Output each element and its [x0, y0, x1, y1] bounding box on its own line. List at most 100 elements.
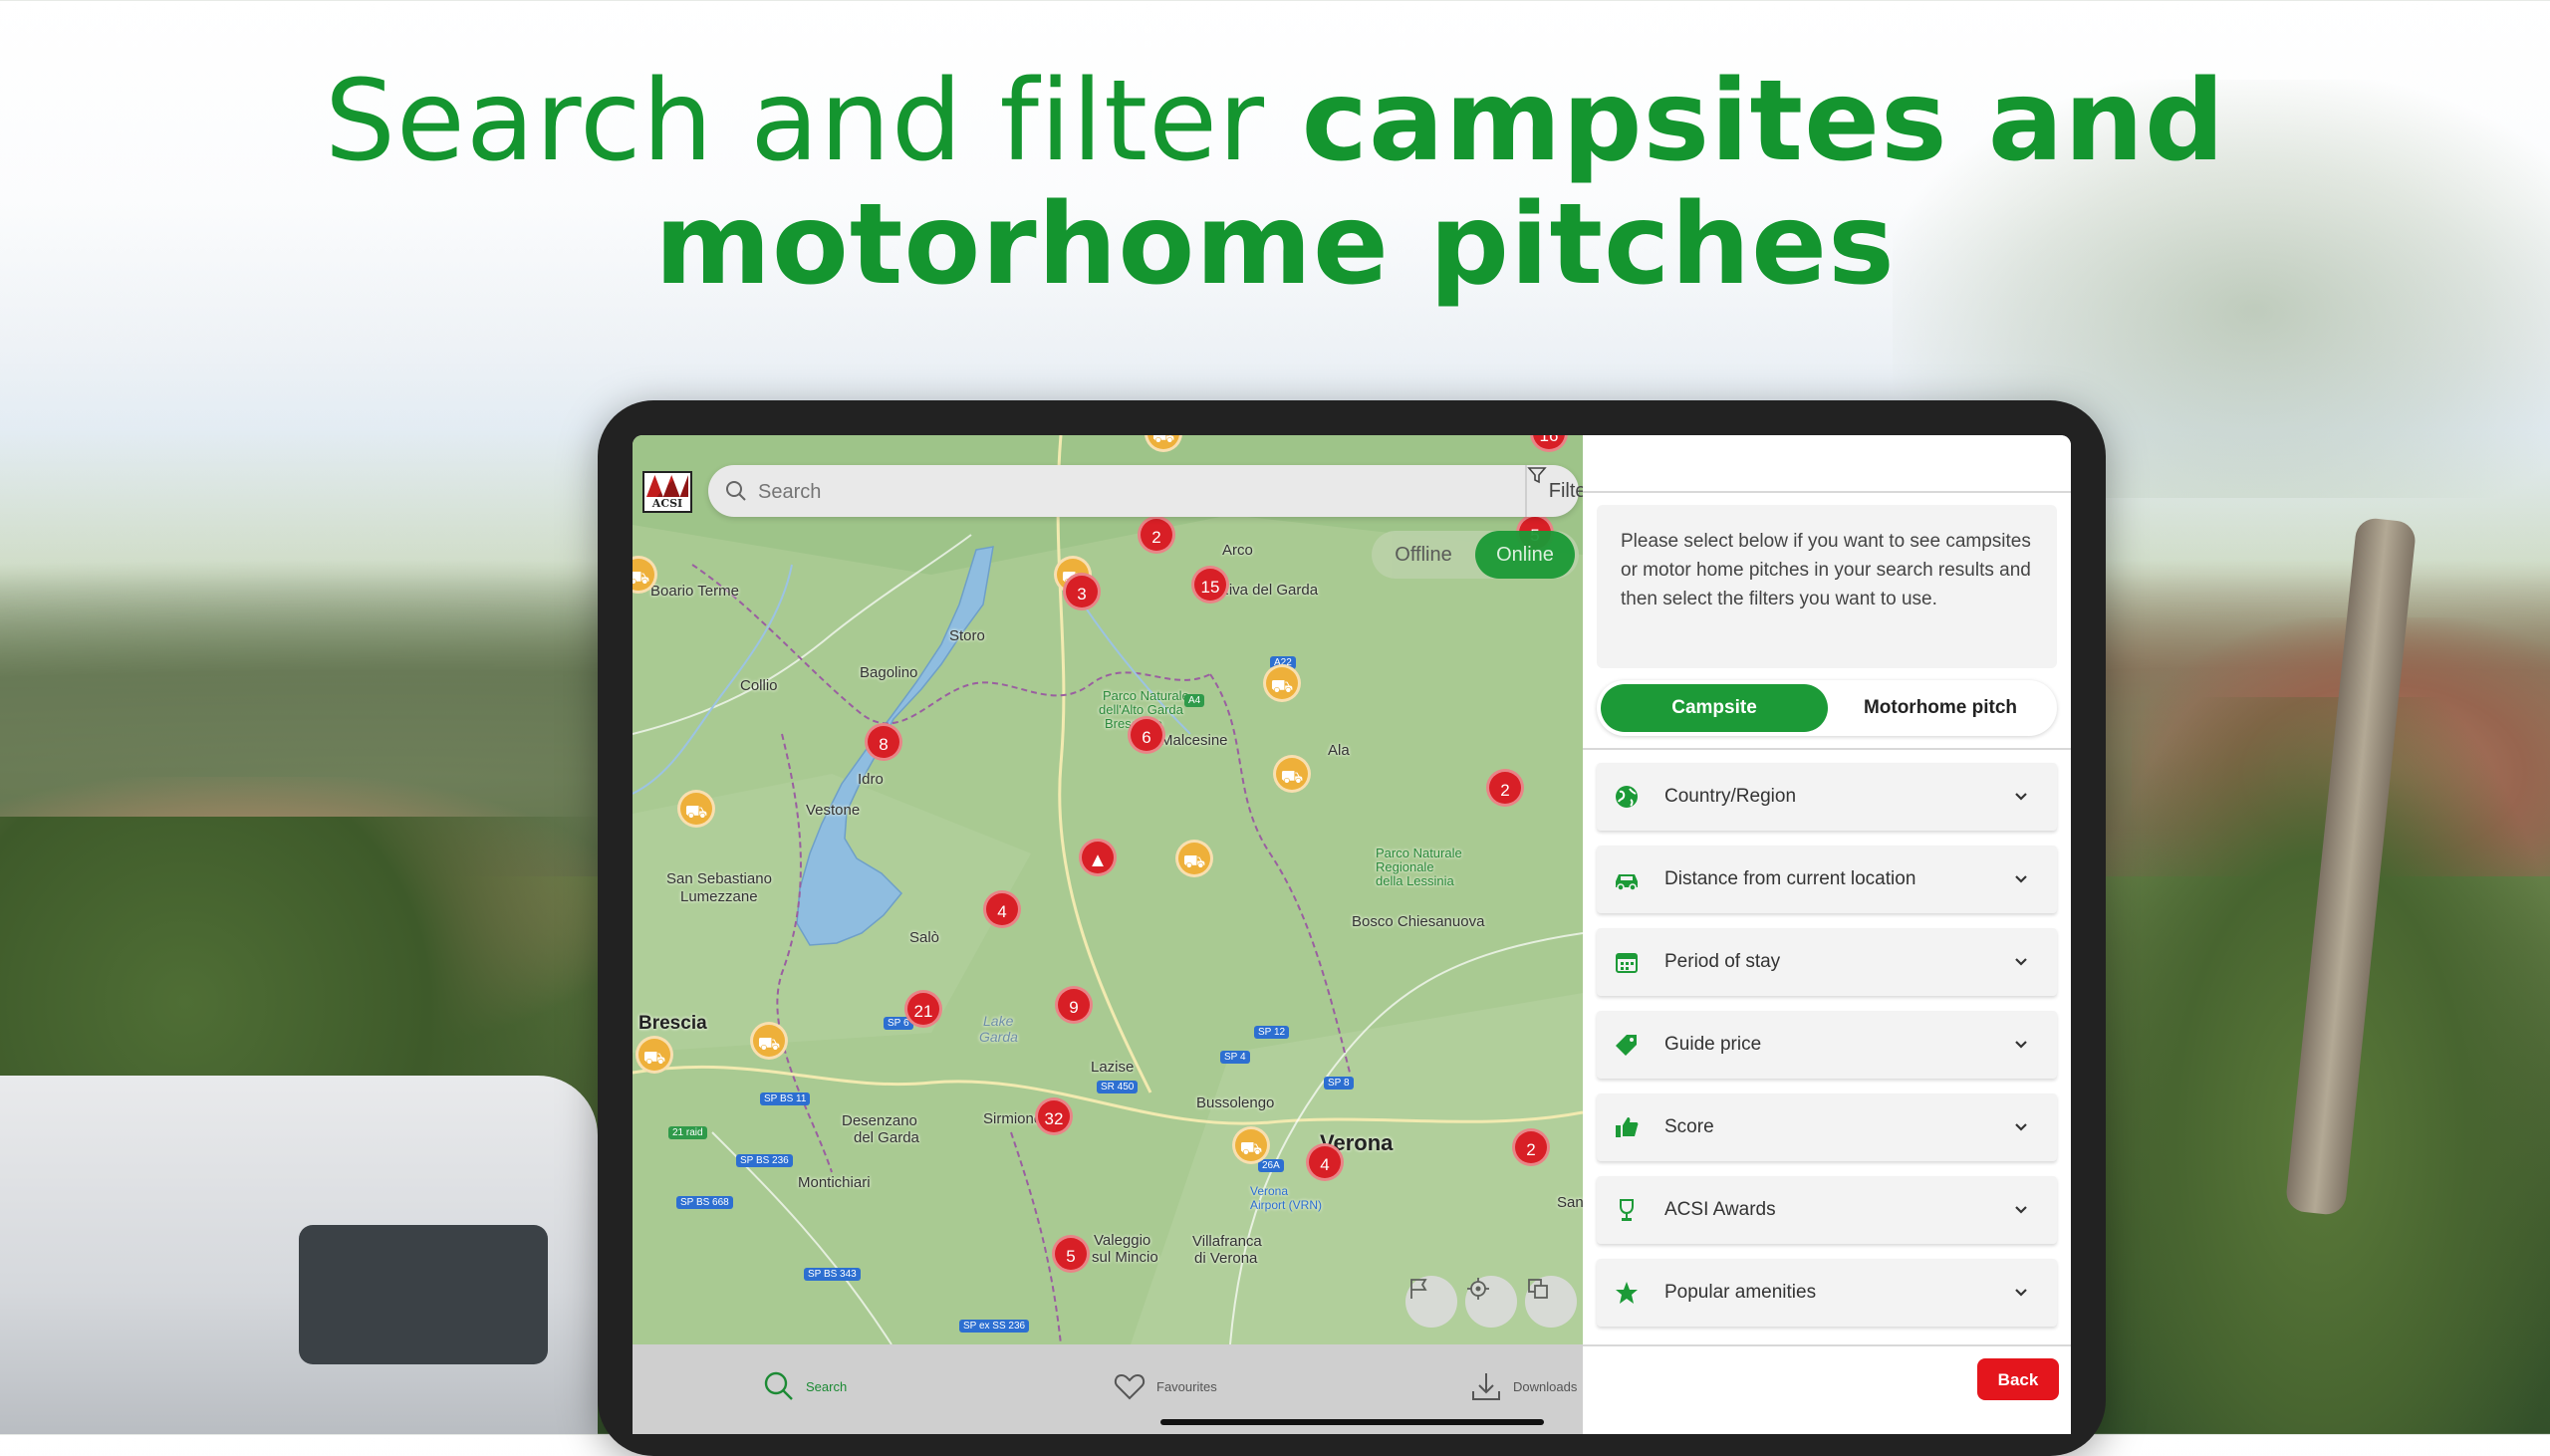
park-label: dell'Alto Garda: [1099, 702, 1183, 717]
filter-label: Filter (0): [1548, 479, 1583, 502]
trophy-icon: [1613, 1196, 1641, 1224]
background-caravan-window: [299, 1225, 548, 1364]
park-label: Parco Naturale: [1376, 846, 1462, 860]
layers-icon: [1528, 1279, 1548, 1299]
locate-button[interactable]: [1465, 1276, 1517, 1328]
search-icon: [764, 1371, 793, 1400]
campsite-pin[interactable]: ⛟: [1263, 664, 1301, 702]
place-label: Vestone: [806, 802, 861, 819]
cluster-marker[interactable]: 9: [1055, 986, 1093, 1024]
lake-label: Garda: [979, 1029, 1018, 1045]
filter-info-text: Please select below if you want to see c…: [1597, 505, 2057, 668]
type-segmented-control[interactable]: Campsite Motorhome pitch: [1597, 680, 2057, 736]
nav-downloads[interactable]: Downloads: [1469, 1366, 1577, 1406]
place-label: San Sebastiano: [666, 870, 772, 887]
place-label: Malcesine: [1160, 732, 1228, 749]
campsite-pin[interactable]: ⛟: [750, 1022, 788, 1060]
layers-button[interactable]: [1525, 1276, 1577, 1328]
segment-campsite[interactable]: Campsite: [1601, 684, 1828, 732]
cluster-marker[interactable]: 2: [1512, 1128, 1550, 1166]
campsite-pin[interactable]: ⛟: [636, 1036, 673, 1074]
acsi-logo: ACSI: [642, 471, 692, 513]
headline: Search and filter campsites and motorhom…: [0, 60, 2550, 307]
filter-label: Country/Region: [1664, 786, 1797, 807]
star-icon: [1613, 1279, 1641, 1307]
chevron-down-icon: [2015, 1041, 2027, 1049]
price-tag-icon: [1613, 1031, 1641, 1059]
cluster-marker[interactable]: 15: [1191, 566, 1229, 604]
cluster-marker[interactable]: 8: [865, 723, 902, 761]
flag-button[interactable]: [1405, 1276, 1457, 1328]
car-icon: [1613, 865, 1641, 893]
cluster-marker[interactable]: 4: [1306, 1143, 1344, 1181]
park-label: Parco Naturale: [1103, 688, 1189, 703]
cluster-marker[interactable]: 2: [1138, 516, 1175, 554]
campsite-pin[interactable]: ⛟: [1175, 840, 1213, 877]
place-label: San: [1557, 1194, 1583, 1211]
filter-popular-amenities[interactable]: Popular amenities: [1597, 1259, 2057, 1327]
filter-score[interactable]: Score: [1597, 1093, 2057, 1161]
filter-distance[interactable]: Distance from current location: [1597, 846, 2057, 913]
filter-guide-price[interactable]: Guide price: [1597, 1011, 2057, 1079]
map-view[interactable]: Boario Terme Arco Riva del Garda Storo C…: [633, 435, 1583, 1344]
cluster-marker[interactable]: 3: [1063, 573, 1101, 610]
place-label: Idro: [858, 771, 884, 788]
place-label: Salò: [909, 929, 940, 946]
panel-header: [1583, 435, 2071, 493]
nav-search[interactable]: Search: [762, 1366, 847, 1406]
cluster-marker[interactable]: 21: [904, 990, 942, 1028]
place-label: Bagolino: [860, 664, 918, 681]
place-label-major: Brescia: [638, 1013, 707, 1034]
place-label: del Garda: [854, 1129, 919, 1146]
thumbs-up-icon: [1613, 1113, 1641, 1141]
filter-country-region[interactable]: Country/Region: [1597, 763, 2057, 831]
place-label: Lumezzane: [680, 888, 758, 905]
divider: [1583, 1344, 2071, 1346]
cluster-marker[interactable]: 4: [983, 890, 1021, 928]
place-label: di Verona: [1194, 1250, 1258, 1267]
lake-label: Lake: [983, 1013, 1014, 1029]
cluster-marker[interactable]: 5: [1052, 1235, 1090, 1273]
app-screen: Boario Terme Arco Riva del Garda Storo C…: [633, 435, 2071, 1434]
download-icon: [1472, 1373, 1500, 1400]
headline-bold-2: motorhome pitches: [654, 180, 1896, 310]
offline-online-toggle[interactable]: Offline Online: [1372, 531, 1579, 579]
nav-favourites-label: Favourites: [1156, 1378, 1217, 1394]
campsite-pin[interactable]: ⛟: [677, 790, 715, 828]
search-input[interactable]: [756, 473, 1457, 511]
offline-option[interactable]: Offline: [1372, 531, 1475, 579]
place-label: Airport (VRN): [1250, 1198, 1323, 1212]
filter-acsi-awards[interactable]: ACSI Awards: [1597, 1176, 2057, 1244]
place-label: Montichiari: [798, 1174, 871, 1191]
chevron-down-icon: [2015, 1206, 2027, 1214]
nav-favourites[interactable]: Favourites: [1113, 1366, 1217, 1406]
filter-label: Distance from current location: [1664, 868, 1916, 889]
flag-icon: [1410, 1279, 1427, 1299]
filter-label: Guide price: [1664, 1034, 1762, 1055]
place-label: Arco: [1222, 542, 1253, 559]
campsite-pin[interactable]: ⛟: [1232, 1126, 1270, 1164]
road-sign: SP 8: [1324, 1077, 1354, 1090]
place-label: Valeggio: [1094, 1232, 1151, 1249]
segment-motorhome-pitch[interactable]: Motorhome pitch: [1828, 684, 2053, 732]
campsite-pin[interactable]: ⛟: [1273, 755, 1311, 793]
place-label: Storo: [949, 627, 985, 644]
search-icon: [726, 481, 746, 501]
back-button[interactable]: Back: [1977, 1358, 2059, 1400]
online-option[interactable]: Online: [1475, 531, 1575, 579]
chevron-down-icon: [2015, 1123, 2027, 1131]
tent-marker[interactable]: ▲: [1079, 839, 1117, 876]
filter-label: Score: [1664, 1116, 1714, 1137]
globe-icon: [1613, 783, 1641, 811]
headline-bold-1: campsites and: [1301, 57, 2226, 186]
filter-button[interactable]: Filter (0): [1525, 465, 1583, 517]
cluster-marker[interactable]: 32: [1035, 1097, 1073, 1135]
search-bar[interactable]: Filter (0): [708, 465, 1583, 517]
filter-label: Popular amenities: [1664, 1282, 1817, 1303]
place-label: Verona: [1250, 1184, 1289, 1198]
road-sign: SR 450: [1097, 1081, 1139, 1093]
cluster-marker[interactable]: 6: [1128, 716, 1165, 754]
place-label: Collio: [740, 677, 778, 694]
cluster-marker[interactable]: 2: [1486, 769, 1524, 807]
filter-period-of-stay[interactable]: Period of stay: [1597, 928, 2057, 996]
